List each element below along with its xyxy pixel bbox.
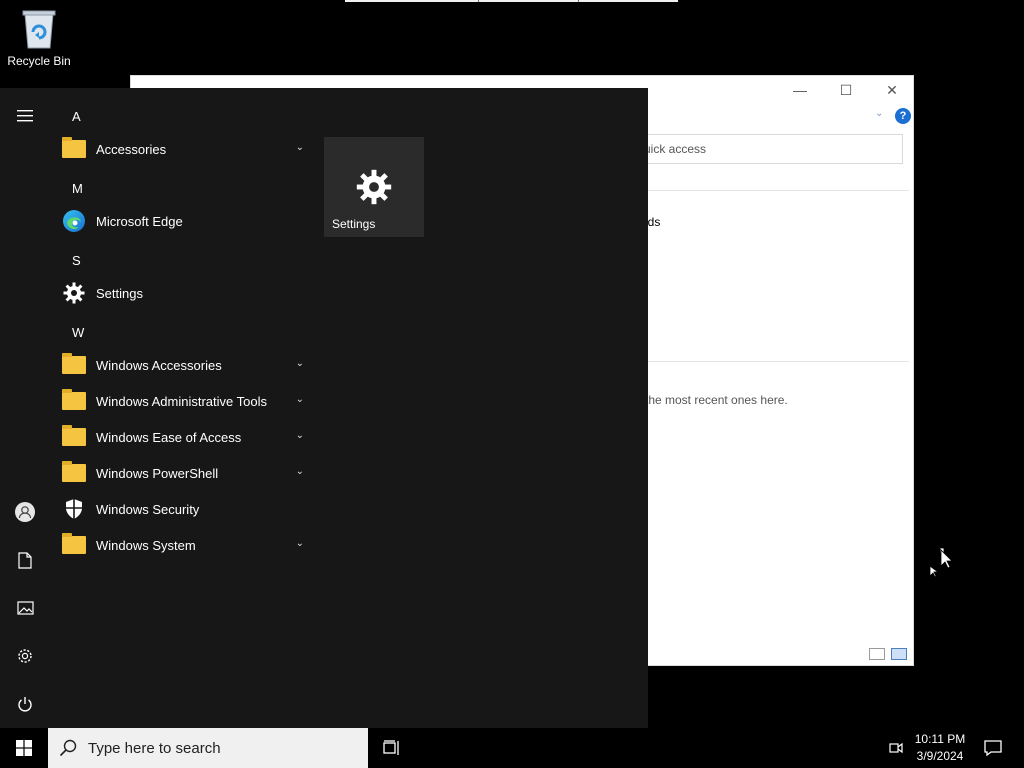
chevron-down-icon[interactable]: ⌄ bbox=[296, 394, 304, 405]
app-label: Windows Administrative Tools bbox=[96, 393, 267, 409]
section-letter[interactable]: A bbox=[72, 109, 81, 124]
recycle-bin-shortcut[interactable]: Recycle Bin bbox=[4, 6, 74, 68]
mouse-cursor-icon bbox=[929, 548, 953, 578]
app-label: Accessories bbox=[96, 141, 167, 157]
search-placeholder: Type here to search bbox=[88, 739, 221, 757]
document-icon[interactable] bbox=[0, 540, 50, 580]
app-label: Windows Security bbox=[96, 501, 200, 517]
user-icon[interactable] bbox=[0, 492, 50, 532]
app-windows-ease-of-access[interactable]: Windows Ease of Access ⌄ bbox=[60, 422, 310, 452]
notification-icon bbox=[984, 740, 1002, 756]
app-label: Windows System bbox=[96, 537, 196, 553]
hamburger-icon[interactable] bbox=[0, 96, 50, 136]
gear-icon bbox=[63, 282, 85, 304]
app-settings[interactable]: Settings bbox=[60, 278, 310, 308]
task-view-button[interactable] bbox=[376, 728, 408, 768]
section-letter[interactable]: S bbox=[72, 253, 81, 268]
chevron-down-icon[interactable]: ⌄ bbox=[296, 466, 304, 477]
search-icon bbox=[48, 739, 88, 757]
power-icon[interactable] bbox=[0, 684, 50, 724]
chevron-down-icon[interactable]: ⌄ bbox=[296, 538, 304, 549]
app-windows-powershell[interactable]: Windows PowerShell ⌄ bbox=[60, 458, 310, 488]
folder-icon bbox=[62, 461, 86, 482]
view-toggle[interactable] bbox=[869, 648, 907, 660]
system-clock[interactable]: 10:11 PM 3/9/2024 bbox=[912, 731, 968, 765]
details-view-icon[interactable] bbox=[869, 648, 885, 660]
meet-now-icon[interactable] bbox=[884, 728, 908, 768]
recycle-bin-icon bbox=[22, 10, 56, 49]
minimize-button[interactable]: — bbox=[777, 76, 823, 104]
clock-time: 10:11 PM bbox=[914, 732, 966, 746]
app-label: Windows Ease of Access bbox=[96, 429, 242, 445]
start-rail bbox=[0, 88, 50, 728]
app-windows-security[interactable]: Windows Security bbox=[60, 494, 310, 524]
ribbon-expand-icon[interactable]: ⌄ bbox=[875, 108, 883, 119]
start-menu[interactable]: A Accessories ⌄ M Microsoft Edge S Setti… bbox=[0, 88, 648, 728]
gear-icon[interactable] bbox=[0, 636, 50, 676]
explorer-search-input[interactable]: uick access bbox=[631, 134, 903, 164]
maximize-button[interactable]: ☐ bbox=[823, 76, 869, 104]
folder-icon bbox=[62, 533, 86, 554]
divider bbox=[631, 190, 909, 191]
app-label: Settings bbox=[96, 285, 143, 301]
large-icons-view-icon[interactable] bbox=[891, 648, 907, 660]
app-label: Windows Accessories bbox=[96, 357, 222, 373]
chevron-down-icon[interactable]: ⌄ bbox=[296, 430, 304, 441]
task-view-icon bbox=[383, 740, 399, 755]
folder-icon bbox=[62, 389, 86, 410]
windows-logo-icon bbox=[16, 740, 32, 756]
recycle-bin-label: Recycle Bin bbox=[7, 54, 71, 68]
divider bbox=[631, 361, 909, 362]
app-windows-system[interactable]: Windows System ⌄ bbox=[60, 530, 310, 560]
app-accessories[interactable]: Accessories ⌄ bbox=[60, 134, 310, 164]
taskbar-search-box[interactable]: Type here to search bbox=[48, 728, 368, 768]
folder-icon bbox=[62, 137, 86, 158]
folder-icon bbox=[62, 425, 86, 446]
app-label: Microsoft Edge bbox=[96, 213, 183, 229]
section-letter[interactable]: W bbox=[72, 325, 84, 340]
shield-icon bbox=[66, 499, 82, 519]
taskbar: Type here to search 10:11 PM 3/9/2024 bbox=[0, 728, 1024, 768]
settings-tile[interactable]: Settings bbox=[324, 137, 424, 237]
start-button[interactable] bbox=[0, 728, 48, 768]
app-windows-administrative-tools[interactable]: Windows Administrative Tools ⌄ bbox=[60, 386, 310, 416]
app-microsoft-edge[interactable]: Microsoft Edge bbox=[60, 206, 310, 236]
folder-icon bbox=[62, 353, 86, 374]
chevron-down-icon[interactable]: ⌄ bbox=[296, 358, 304, 369]
help-button[interactable]: ? bbox=[895, 108, 911, 124]
gear-icon bbox=[356, 169, 392, 205]
pictures-icon[interactable] bbox=[0, 588, 50, 628]
edge-icon bbox=[63, 210, 85, 232]
tile-label: Settings bbox=[332, 217, 376, 231]
close-button[interactable]: ✕ bbox=[869, 76, 913, 104]
action-center-button[interactable] bbox=[978, 728, 1008, 768]
app-label: Windows PowerShell bbox=[96, 465, 219, 481]
section-letter[interactable]: M bbox=[72, 181, 83, 196]
recent-files-hint: the most recent ones here. bbox=[645, 393, 788, 407]
app-windows-accessories[interactable]: Windows Accessories ⌄ bbox=[60, 350, 310, 380]
clock-date: 3/9/2024 bbox=[916, 749, 964, 763]
top-window-strip bbox=[345, 0, 678, 2]
chevron-down-icon[interactable]: ⌄ bbox=[296, 142, 304, 153]
